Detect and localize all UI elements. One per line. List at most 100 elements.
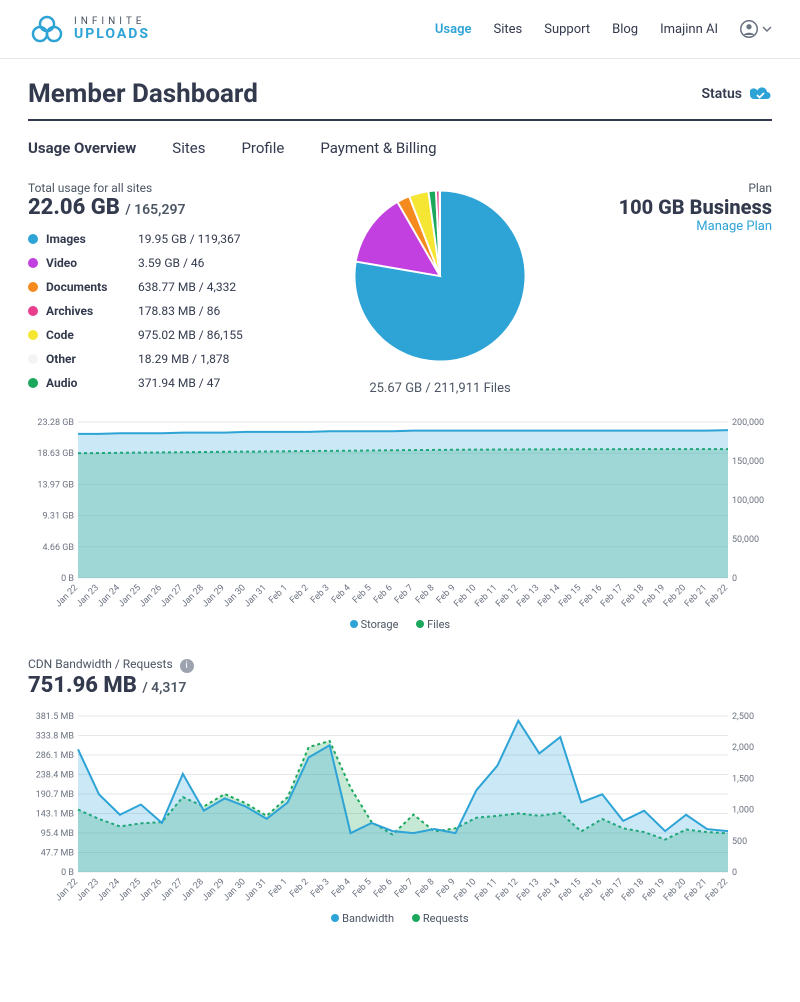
svg-text:Feb 1: Feb 1	[267, 877, 290, 900]
svg-text:Feb 14: Feb 14	[536, 583, 562, 609]
topbar: INFINITE UPLOADS Usage Sites Support Blo…	[0, 0, 800, 59]
svg-text:Feb 20: Feb 20	[662, 583, 688, 609]
nav-imajinn[interactable]: Imajinn AI	[660, 22, 718, 37]
nav-blog[interactable]: Blog	[612, 22, 638, 37]
usage-overview: Total usage for all sites 22.06 GB / 165…	[28, 181, 772, 396]
legend-storage: Storage	[350, 618, 399, 631]
page-header: Member Dashboard Status	[28, 79, 772, 121]
category-list: Images19.95 GB / 119,367Video3.59 GB / 4…	[28, 232, 288, 390]
info-icon[interactable]: i	[180, 659, 194, 673]
svg-text:Feb 6: Feb 6	[372, 877, 395, 900]
svg-text:Jan 25: Jan 25	[117, 877, 143, 903]
tab-sites[interactable]: Sites	[172, 139, 205, 157]
cloud-check-icon	[750, 86, 772, 102]
svg-text:Feb 7: Feb 7	[393, 583, 416, 606]
svg-text:Feb 20: Feb 20	[662, 877, 688, 903]
svg-text:Jan 26: Jan 26	[138, 583, 164, 609]
brand-bottom: UPLOADS	[74, 27, 150, 41]
svg-text:Jan 27: Jan 27	[159, 877, 185, 903]
svg-text:286.1 MB: 286.1 MB	[36, 751, 75, 761]
category-video: Video	[28, 256, 138, 270]
svg-text:9.31 GB: 9.31 GB	[42, 512, 74, 522]
plan-label: Plan	[592, 181, 772, 195]
tab-billing[interactable]: Payment & Billing	[320, 139, 436, 157]
usage-count: 165,297	[134, 202, 185, 218]
svg-text:Feb 21: Feb 21	[683, 877, 709, 903]
svg-text:Feb 4: Feb 4	[330, 877, 353, 900]
svg-text:190.7 MB: 190.7 MB	[36, 790, 75, 800]
svg-text:Jan 30: Jan 30	[222, 877, 248, 903]
manage-plan-link[interactable]: Manage Plan	[592, 219, 772, 234]
svg-text:1,500: 1,500	[732, 774, 754, 784]
logo-text: INFINITE UPLOADS	[74, 17, 150, 41]
svg-text:Feb 10: Feb 10	[452, 583, 478, 609]
svg-text:18.63 GB: 18.63 GB	[37, 449, 74, 459]
svg-text:Feb 22: Feb 22	[704, 583, 730, 609]
category-documents: Documents	[28, 280, 138, 294]
svg-text:0: 0	[732, 574, 737, 584]
tab-overview[interactable]: Usage Overview	[28, 139, 136, 157]
svg-text:Feb 10: Feb 10	[452, 877, 478, 903]
cdn-req: 4,317	[151, 680, 186, 696]
legend-requests: Requests	[412, 912, 468, 925]
svg-text:Jan 23: Jan 23	[75, 877, 101, 903]
category-value: 371.94 MB / 47	[138, 376, 288, 390]
svg-text:Jan 23: Jan 23	[75, 583, 101, 609]
usage-total: 22.06 GB / 165,297	[28, 195, 288, 220]
svg-text:500: 500	[732, 836, 747, 846]
svg-text:Feb 6: Feb 6	[372, 583, 395, 606]
nav-usage[interactable]: Usage	[435, 22, 472, 37]
pie-caption: 25.67 GB / 211,911 Files	[369, 381, 510, 396]
tab-profile[interactable]: Profile	[241, 139, 284, 157]
user-menu[interactable]	[740, 20, 772, 38]
svg-text:Jan 22: Jan 22	[54, 877, 80, 903]
svg-text:Feb 2: Feb 2	[288, 877, 311, 900]
svg-text:Feb 2: Feb 2	[288, 583, 311, 606]
page-title: Member Dashboard	[28, 79, 258, 109]
svg-text:Feb 17: Feb 17	[599, 877, 625, 903]
svg-text:95.4 MB: 95.4 MB	[41, 829, 75, 839]
svg-text:Feb 8: Feb 8	[414, 583, 437, 606]
svg-text:Jan 29: Jan 29	[201, 877, 227, 903]
svg-text:Feb 22: Feb 22	[704, 877, 730, 903]
category-value: 178.83 MB / 86	[138, 304, 288, 318]
svg-text:Jan 28: Jan 28	[180, 583, 206, 609]
tabs: Usage Overview Sites Profile Payment & B…	[28, 139, 772, 157]
svg-text:150,000: 150,000	[732, 457, 764, 467]
svg-text:Jan 31: Jan 31	[243, 583, 269, 609]
svg-text:Feb 12: Feb 12	[494, 877, 520, 903]
status[interactable]: Status	[702, 86, 772, 102]
category-value: 975.02 MB / 86,155	[138, 328, 288, 342]
svg-text:Feb 18: Feb 18	[620, 583, 646, 609]
user-icon	[740, 20, 758, 38]
nav-support[interactable]: Support	[544, 22, 590, 37]
legend-files: Files	[416, 618, 450, 631]
svg-text:Feb 21: Feb 21	[683, 583, 709, 609]
svg-text:238.4 MB: 238.4 MB	[36, 770, 75, 780]
cdn-label: CDN Bandwidth / Requests i	[28, 657, 772, 673]
svg-text:Feb 3: Feb 3	[309, 877, 332, 900]
legend-bandwidth: Bandwidth	[331, 912, 394, 925]
category-other: Other	[28, 352, 138, 366]
svg-text:Feb 14: Feb 14	[536, 877, 562, 903]
logo[interactable]: INFINITE UPLOADS	[28, 14, 150, 44]
svg-text:Jan 24: Jan 24	[96, 583, 122, 609]
cdn-total: 751.96 MB / 4,317	[28, 673, 772, 698]
svg-text:200,000: 200,000	[732, 418, 764, 428]
svg-text:4.66 GB: 4.66 GB	[42, 543, 74, 553]
svg-text:Jan 31: Jan 31	[243, 877, 269, 903]
category-audio: Audio	[28, 376, 138, 390]
category-archives: Archives	[28, 304, 138, 318]
category-images: Images	[28, 232, 138, 246]
category-value: 3.59 GB / 46	[138, 256, 288, 270]
svg-text:50,000: 50,000	[732, 535, 759, 545]
category-value: 638.77 MB / 4,332	[138, 280, 288, 294]
svg-text:Feb 15: Feb 15	[557, 583, 583, 609]
svg-text:2,000: 2,000	[732, 743, 754, 753]
svg-text:Jan 30: Jan 30	[222, 583, 248, 609]
nav: Usage Sites Support Blog Imajinn AI	[435, 20, 772, 38]
nav-sites[interactable]: Sites	[494, 22, 523, 37]
svg-text:381.5 MB: 381.5 MB	[36, 712, 75, 722]
svg-text:Feb 11: Feb 11	[473, 583, 499, 609]
cdn-bw: 751.96 MB	[28, 673, 137, 698]
